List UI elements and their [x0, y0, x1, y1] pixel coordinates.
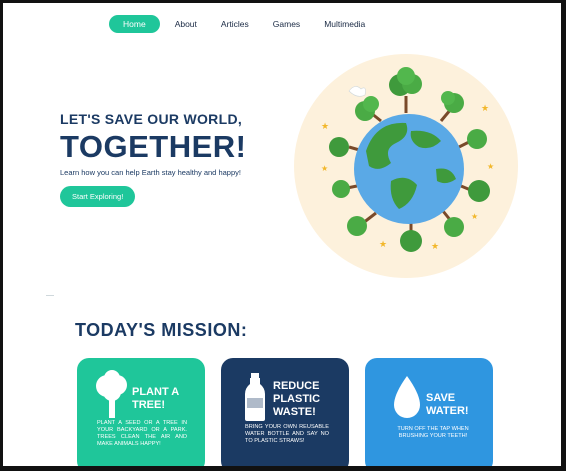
card-heading: REDUCE PLASTIC WASTE! [273, 380, 321, 418]
svg-text:★: ★ [431, 241, 439, 251]
mission-card-plant-tree[interactable]: PLANT A TREE! PLANT A SEED OR A TREE IN … [77, 358, 205, 466]
mission-title: TODAY'S MISSION: [75, 320, 248, 340]
hero-subtitle: LET'S SAVE OUR WORLD, [60, 111, 243, 127]
start-exploring-button[interactable]: Start Exploring! [60, 186, 136, 207]
hero-description: Learn how you can help Earth stay health… [60, 168, 241, 177]
card-heading: PLANT A TREE! [132, 386, 179, 411]
svg-text:★: ★ [487, 162, 494, 171]
svg-text:★: ★ [321, 164, 328, 173]
page-frame: Home About Articles Games Multimedia LET… [0, 0, 566, 471]
water-drop-icon [394, 376, 420, 418]
card-body: PLANT A SEED OR A TREE IN YOUR BACKYARD … [97, 420, 187, 447]
svg-text:★: ★ [379, 239, 387, 249]
card-heading: SAVE WATER! [426, 392, 469, 417]
nav-home[interactable]: Home [109, 15, 160, 33]
svg-text:★: ★ [481, 103, 489, 113]
svg-text:★: ★ [471, 212, 478, 221]
hero-title: TOGETHER! [60, 129, 247, 164]
mission-card-reduce-plastic[interactable]: REDUCE PLASTIC WASTE! BRING YOUR OWN REU… [221, 358, 349, 466]
nav-games[interactable]: Games [264, 15, 309, 33]
main-nav: Home About Articles Games Multimedia [109, 15, 380, 33]
nav-about[interactable]: About [166, 15, 206, 33]
nav-articles[interactable]: Articles [212, 15, 258, 33]
bottle-icon [245, 373, 265, 421]
tree-icon [96, 370, 127, 418]
card-body: BRING YOUR OWN REUSABLE WATER BOTTLE AND… [245, 424, 329, 444]
mission-card-save-water[interactable]: SAVE WATER! TURN OFF THE TAP WHEN BRUSHI… [365, 358, 493, 466]
card-body: TURN OFF THE TAP WHEN BRUSHING YOUR TEET… [397, 426, 469, 439]
earth-illustration: ★ ★ ★ ★ ★ ★ ★ [294, 54, 518, 278]
svg-text:★: ★ [321, 121, 329, 131]
divider [46, 295, 54, 296]
nav-multimedia[interactable]: Multimedia [315, 15, 374, 33]
